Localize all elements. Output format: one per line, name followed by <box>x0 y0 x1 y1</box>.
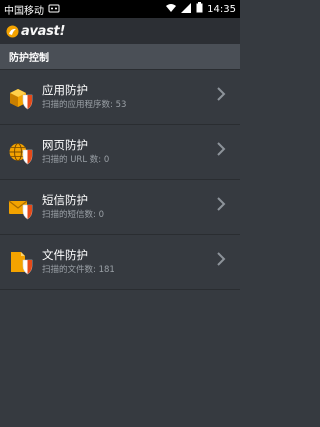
chevron-right-icon <box>216 141 226 156</box>
list-item-sms-protection[interactable]: 短信防护 扫描的短信数: 0 <box>0 180 240 235</box>
list-item-file-protection[interactable]: 文件防护 扫描的文件数: 181 <box>0 235 240 290</box>
sms-shield-icon <box>8 194 34 220</box>
item-subtitle: 扫描的文件数: 181 <box>42 264 115 275</box>
file-shield-icon <box>8 249 34 275</box>
signal-icon <box>181 2 192 16</box>
avast-logo: avast! <box>6 24 65 39</box>
logo-text: avast! <box>21 23 66 39</box>
clock: 14:35 <box>207 3 236 15</box>
status-bar: 中国移动 14:35 <box>0 0 240 18</box>
item-title: 短信防护 <box>42 192 88 207</box>
app-shield-icon <box>8 84 34 110</box>
section-title: 防护控制 <box>9 53 49 64</box>
notification-icon <box>48 3 60 16</box>
section-header: 防护控制 <box>0 44 240 70</box>
web-shield-icon <box>8 139 34 165</box>
item-title: 文件防护 <box>42 247 88 262</box>
item-subtitle: 扫描的 URL 数: 0 <box>42 154 110 165</box>
chevron-right-icon <box>216 251 226 266</box>
carrier-label: 中国移动 <box>4 5 44 17</box>
list-item-app-protection[interactable]: 应用防护 扫描的应用程序数: 53 <box>0 70 240 125</box>
list-item-web-protection[interactable]: 网页防护 扫描的 URL 数: 0 <box>0 125 240 180</box>
item-title: 应用防护 <box>42 82 88 97</box>
battery-icon <box>196 2 203 16</box>
item-title: 网页防护 <box>42 137 88 152</box>
avast-logo-icon <box>6 25 19 37</box>
wifi-icon <box>165 3 177 16</box>
item-subtitle: 扫描的应用程序数: 53 <box>42 99 127 110</box>
chevron-right-icon <box>216 196 226 211</box>
item-subtitle: 扫描的短信数: 0 <box>42 209 104 220</box>
protection-list: 应用防护 扫描的应用程序数: 53 网页防护 扫描的 URL 数: 0 短信防护… <box>0 70 240 290</box>
chevron-right-icon <box>216 86 226 101</box>
app-bar: avast! <box>0 18 240 44</box>
